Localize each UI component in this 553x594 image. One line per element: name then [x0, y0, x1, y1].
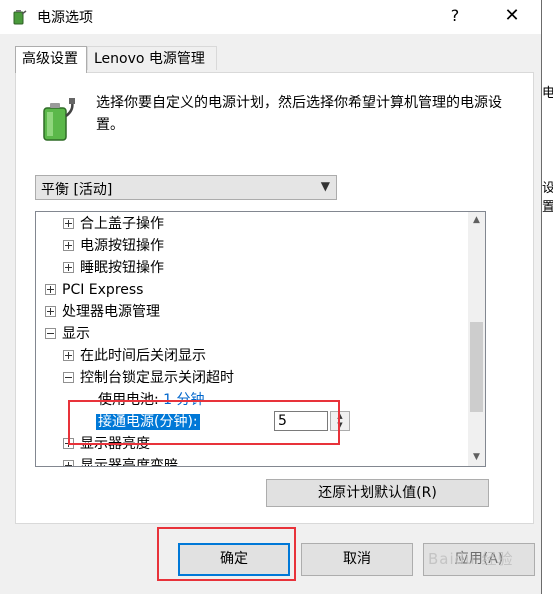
ok-button[interactable]: 确定	[178, 543, 290, 576]
background-window-edge: 电 设置	[542, 0, 553, 594]
plugged-in-label: 接通电源(分钟):	[96, 414, 200, 430]
expand-icon[interactable]	[63, 459, 74, 466]
scroll-down-icon[interactable]: ▼	[468, 449, 485, 466]
power-plan-select[interactable]: 平衡 [活动] ▼	[35, 175, 337, 200]
title-bar: 电源选项 ? ✕	[0, 0, 541, 34]
battery-power-icon	[43, 98, 75, 141]
help-button[interactable]: ?	[440, 2, 470, 30]
watermark: Baidu 经验	[428, 550, 514, 568]
power-plan-value: 平衡 [活动]	[41, 182, 113, 198]
tree-item[interactable]: 显示	[45, 323, 90, 345]
background-text: 设置	[542, 181, 553, 215]
tab-lenovo-power-management[interactable]: Lenovo 电源管理	[87, 46, 217, 70]
cancel-button[interactable]: 取消	[301, 543, 413, 576]
expand-icon[interactable]	[63, 261, 74, 273]
chevron-down-icon: ▼	[320, 179, 330, 193]
plan-description: 选择你要自定义的电源计划，然后选择你希望计算机管理的电源设置。	[96, 95, 502, 133]
tree-item[interactable]: 在此时间后关闭显示	[63, 345, 206, 367]
background-text: 电	[542, 86, 553, 101]
scroll-up-icon[interactable]: ▲	[468, 212, 485, 229]
expand-icon[interactable]	[45, 283, 56, 295]
restore-defaults-button[interactable]: 还原计划默认值(R)	[266, 479, 489, 507]
plugged-in-setting-row[interactable]: 接通电源(分钟): 5 ▲ ▼	[96, 411, 366, 433]
power-options-app-icon	[13, 10, 27, 25]
expand-icon[interactable]	[63, 217, 74, 229]
tree-item[interactable]: 控制台锁定显示关闭超时	[63, 367, 234, 389]
window-title: 电源选项	[37, 10, 93, 26]
expand-icon[interactable]	[63, 437, 74, 449]
settings-tree[interactable]: 合上盖子操作 电源按钮操作 睡眠按钮操作 PCI Express 处理器电源管理…	[35, 211, 486, 467]
power-options-dialog: 电源选项 ? ✕ 高级设置 Lenovo 电源管理 选择你要自定义的电源计划，然…	[0, 0, 542, 594]
tree-scrollbar[interactable]: ▲ ▼	[468, 212, 485, 466]
expand-icon[interactable]	[45, 305, 56, 317]
tree-item[interactable]: 睡眠按钮操作	[63, 257, 164, 279]
expand-icon[interactable]	[63, 239, 74, 251]
close-button[interactable]: ✕	[492, 2, 532, 30]
spin-up-icon[interactable]: ▲	[331, 412, 349, 421]
spin-down-icon[interactable]: ▼	[331, 421, 349, 430]
minutes-spinner[interactable]: ▲ ▼	[330, 411, 350, 431]
battery-value-link[interactable]: 1 分钟	[163, 392, 204, 408]
tab-advanced-settings[interactable]: 高级设置	[15, 46, 87, 73]
battery-setting-row[interactable]: 使用电池: 1 分钟	[98, 389, 205, 411]
collapse-icon[interactable]	[63, 371, 74, 383]
tree-item[interactable]: 电源按钮操作	[63, 235, 164, 257]
tree-item[interactable]: 处理器电源管理	[45, 301, 160, 323]
tree-item[interactable]: 合上盖子操作	[63, 213, 164, 235]
tree-item[interactable]: PCI Express	[45, 279, 143, 301]
minutes-input[interactable]: 5	[274, 411, 328, 431]
expand-icon[interactable]	[63, 349, 74, 361]
tree-item[interactable]: 显示器亮度变暗	[63, 455, 178, 466]
tree-item[interactable]: 显示器亮度	[63, 433, 150, 455]
scroll-thumb[interactable]	[470, 322, 483, 412]
battery-label: 使用电池:	[98, 392, 159, 408]
collapse-icon[interactable]	[45, 327, 56, 339]
